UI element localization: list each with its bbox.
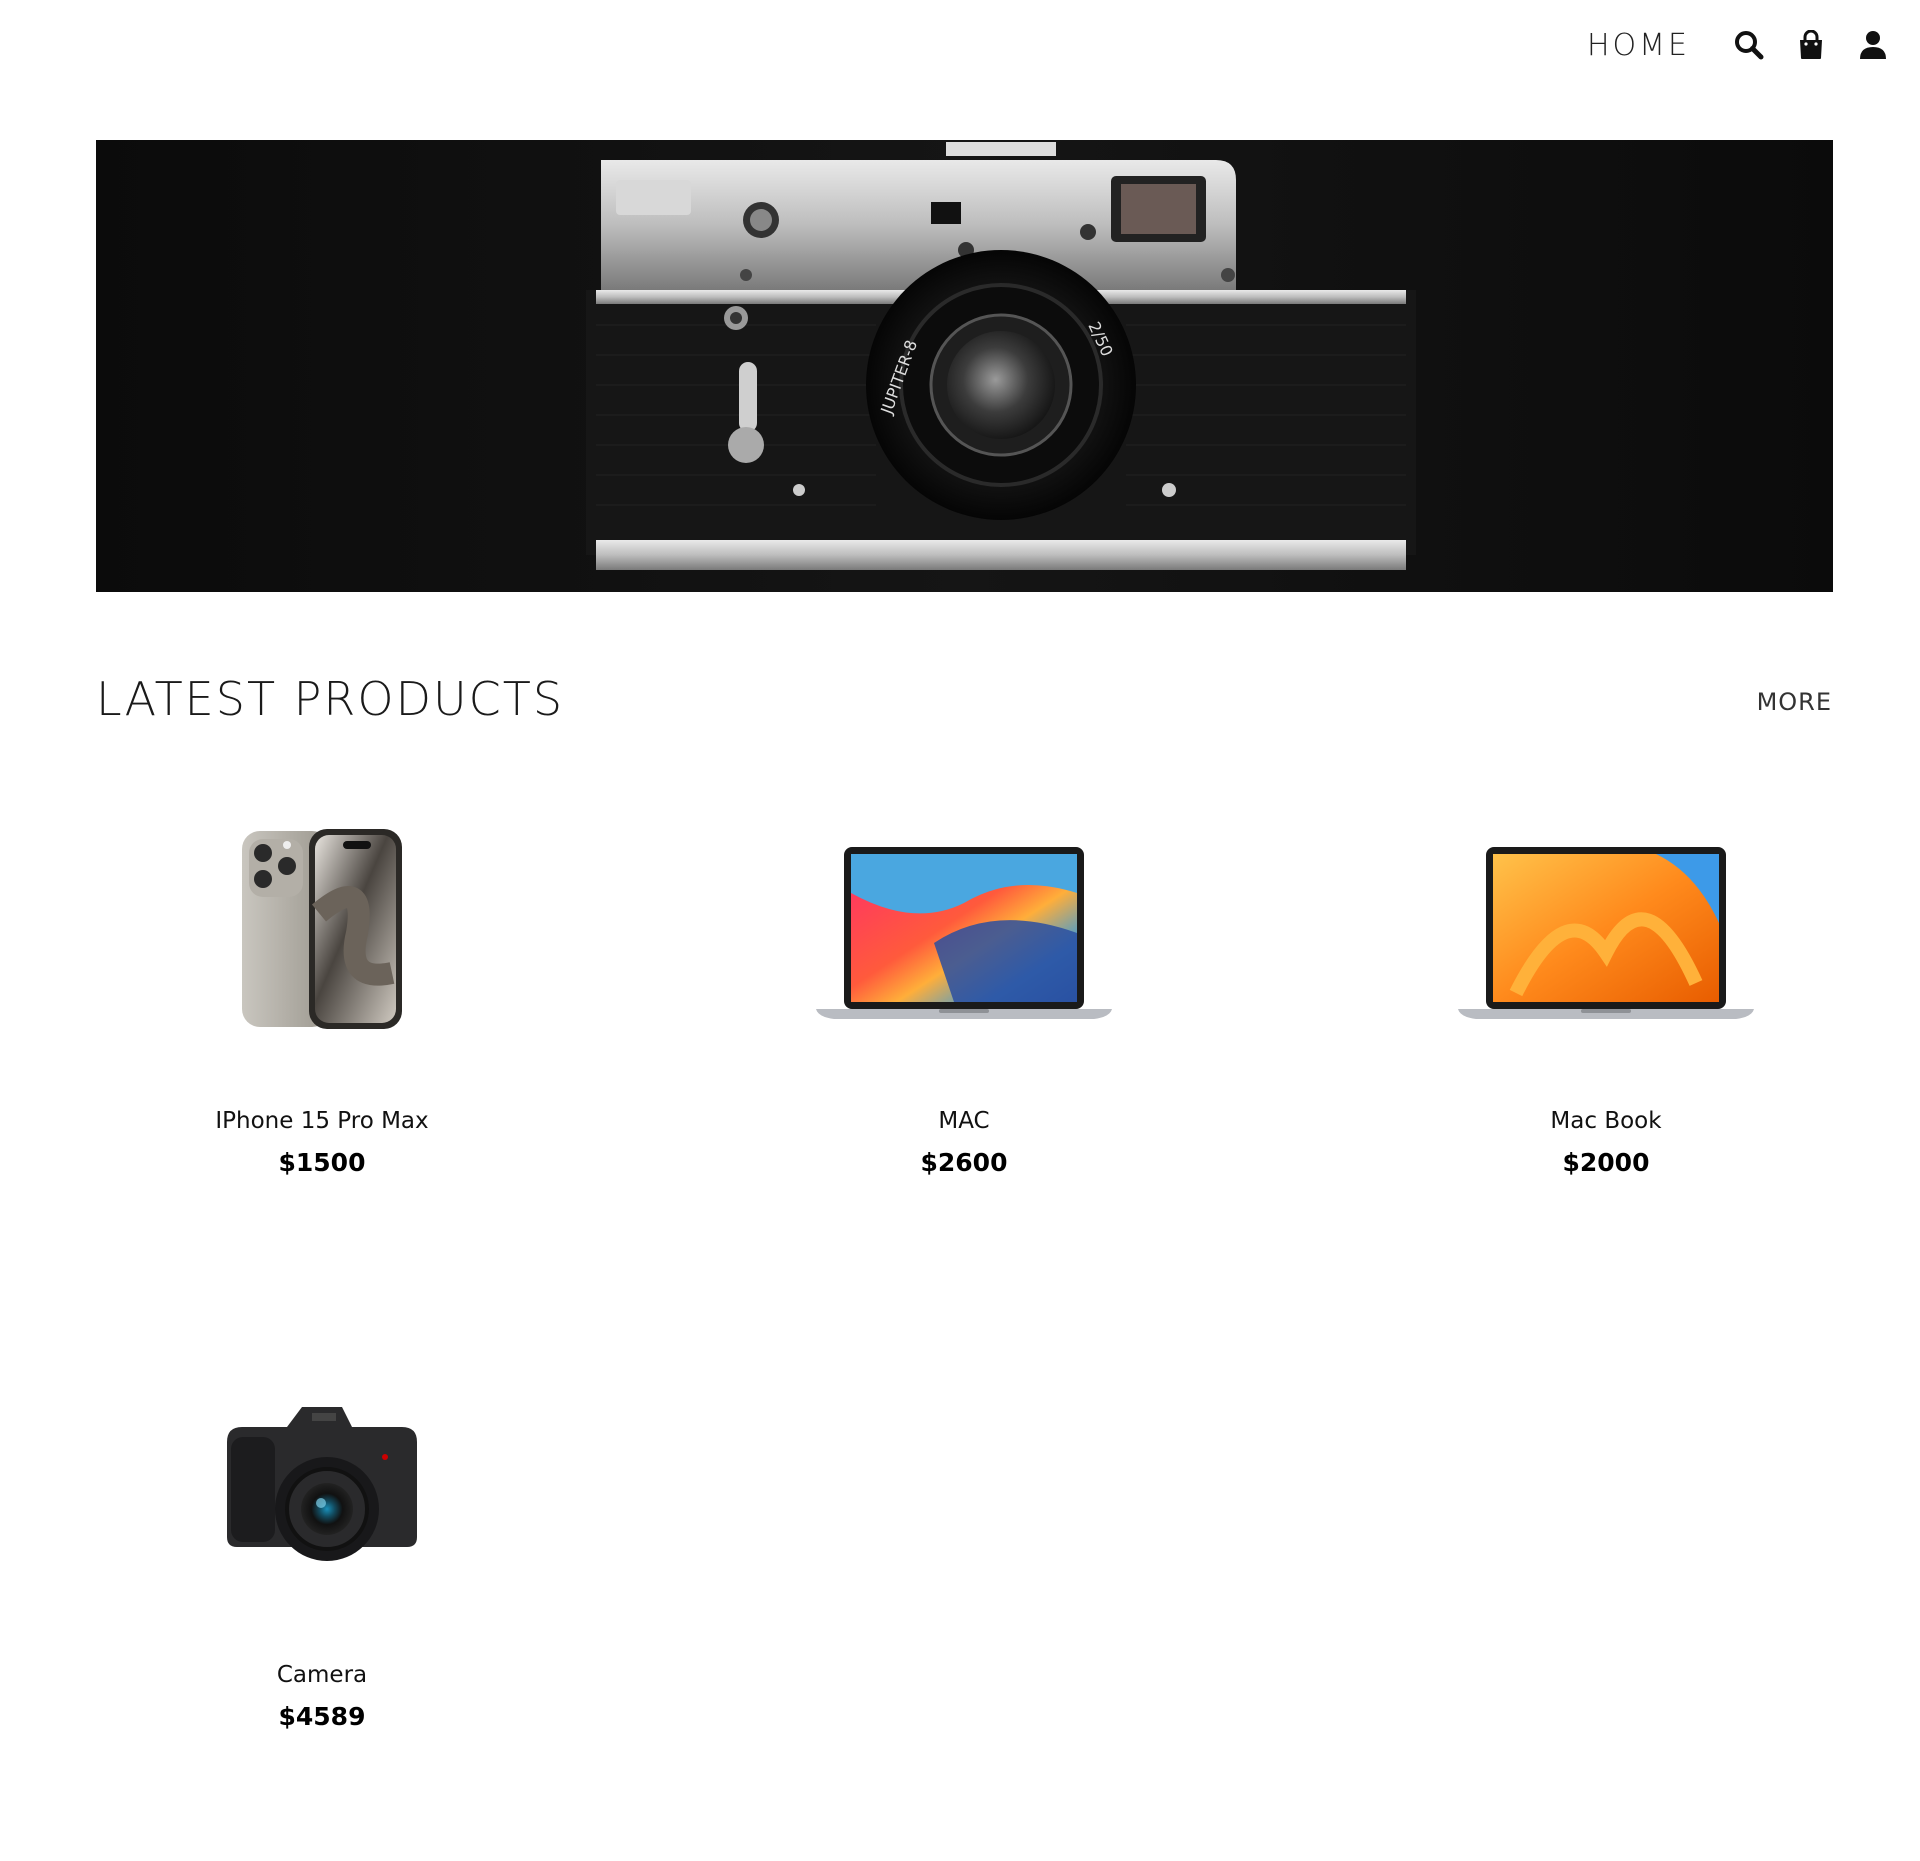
product-name[interactable]: IPhone 15 Pro Max <box>112 1108 532 1134</box>
product-name[interactable]: MAC <box>754 1108 1174 1134</box>
nav-home-link[interactable]: HOME <box>1587 28 1690 63</box>
product-card[interactable]: IPhone 15 Pro Max $1500 <box>112 808 532 1177</box>
product-price: $1500 <box>278 1148 366 1177</box>
user-icon[interactable] <box>1856 28 1890 62</box>
search-icon[interactable] <box>1732 28 1766 62</box>
section-title: LATEST PRODUCTS <box>96 672 565 726</box>
product-name[interactable]: Mac Book <box>1396 1108 1816 1134</box>
product-card[interactable]: MAC $2600 <box>754 808 1174 1177</box>
product-price: $4589 <box>278 1702 366 1731</box>
more-link[interactable]: MORE <box>1757 688 1832 716</box>
product-price: $2000 <box>1562 1148 1650 1177</box>
macbook-air-image <box>754 808 1174 1048</box>
iphone-image <box>112 808 532 1048</box>
shopping-bag-icon[interactable] <box>1794 28 1828 62</box>
hero-banner: JUPITER-8 2/50 <box>96 140 1833 592</box>
hero-camera-image: JUPITER-8 2/50 <box>96 140 1833 592</box>
product-name[interactable]: Camera <box>112 1662 532 1688</box>
macbook-orange-image <box>1396 808 1816 1048</box>
top-nav: HOME <box>1587 0 1920 90</box>
product-card[interactable]: Camera $4589 <box>112 1362 532 1731</box>
canon-camera-image <box>112 1362 532 1602</box>
product-card[interactable]: Mac Book $2000 <box>1396 808 1816 1177</box>
product-price: $2600 <box>920 1148 1008 1177</box>
